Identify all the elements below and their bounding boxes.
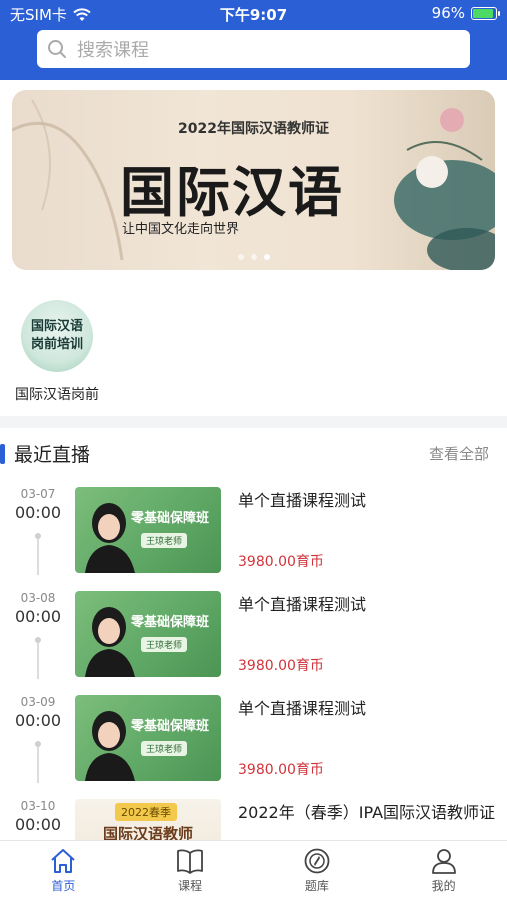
thumbnail-badge: 王琼老师 — [141, 637, 188, 652]
course-thumbnail[interactable]: 2022春季 国际汉语教师 — [75, 799, 221, 840]
course-thumbnail[interactable]: 零基础保障班 王琼老师 — [75, 591, 221, 677]
thumbnail-badge: 王琼老师 — [141, 533, 188, 548]
banner-title: 国际汉语 — [120, 160, 344, 224]
app-screen: 无SIM卡 下午9:07 96% 搜索课程 2022年国际汉语教师证 国际汉语 … — [0, 0, 507, 900]
section-header: 最近直播 查看全部 — [0, 440, 507, 468]
bottom-tab-bar: 首页 课程 题库 我的 — [0, 840, 507, 900]
battery-percent: 96% — [431, 4, 465, 22]
live-title: 单个直播课程测试 — [238, 491, 367, 510]
live-time: 00:00 — [14, 607, 62, 626]
thumbnail-tag: 零基础保障班 — [131, 511, 210, 526]
carousel-dot-active[interactable] — [263, 254, 270, 260]
search-placeholder: 搜索课程 — [77, 40, 149, 61]
live-item[interactable]: 03-10 00:00 2022春季 国际汉语教师 2022年（春季）IPA国际… — [0, 799, 507, 840]
thumbnail-course-name: 国际汉语教师 — [103, 825, 194, 840]
view-all-link[interactable]: 查看全部 — [429, 443, 489, 464]
live-time: 00:00 — [14, 815, 62, 834]
category-label: 国际汉语岗前 — [15, 387, 99, 403]
category-icon: 国际汉语岗前培训 — [21, 300, 93, 372]
live-time: 00:00 — [14, 711, 62, 730]
thumbnail-year-tag: 2022春季 — [115, 803, 177, 821]
user-icon — [431, 849, 456, 874]
live-time: 00:00 — [14, 503, 62, 522]
live-title: 单个直播课程测试 — [238, 699, 367, 718]
live-date: 03-09 — [20, 695, 56, 709]
promo-banner[interactable]: 2022年国际汉语教师证 国际汉语 让中国文化走向世界 — [12, 90, 495, 270]
thumbnail-badge: 王琼老师 — [141, 741, 188, 756]
live-item[interactable]: 03-08 00:00 零基础保障班 王琼老师 单个直播课程测试 3980.00… — [0, 591, 507, 691]
category-item[interactable]: 国际汉语岗前培训 国际汉语岗前 — [10, 300, 104, 404]
section-accent-bar — [0, 444, 5, 464]
tab-profile[interactable]: 我的 — [380, 841, 507, 900]
status-right: 96% — [431, 4, 500, 22]
carousel-dot[interactable] — [250, 254, 257, 260]
tab-home[interactable]: 首页 — [0, 841, 127, 900]
tab-home-label: 首页 — [51, 879, 76, 893]
teacher-portrait — [85, 503, 135, 573]
live-price: 3980.00育币 — [238, 762, 324, 778]
section-divider — [0, 416, 507, 428]
course-thumbnail[interactable]: 零基础保障班 王琼老师 — [75, 695, 221, 781]
tab-question-bank[interactable]: 题库 — [254, 841, 381, 900]
thumbnail-tag: 零基础保障班 — [131, 719, 210, 734]
home-icon — [51, 849, 76, 873]
header: 无SIM卡 下午9:07 96% 搜索课程 — [0, 0, 507, 80]
section-title: 最近直播 — [14, 444, 91, 466]
live-title: 单个直播课程测试 — [238, 595, 367, 614]
carousel-dots[interactable] — [12, 254, 495, 260]
search-input[interactable]: 搜索课程 — [37, 30, 470, 68]
live-item[interactable]: 03-09 00:00 零基础保障班 王琼老师 单个直播课程测试 3980.00… — [0, 695, 507, 795]
compass-icon — [304, 848, 330, 874]
course-thumbnail[interactable]: 零基础保障班 王琼老师 — [75, 487, 221, 573]
book-icon — [177, 849, 204, 874]
banner-slogan: 让中国文化走向世界 — [122, 222, 240, 237]
timeline-line — [37, 747, 39, 783]
battery-fill — [473, 8, 494, 18]
teacher-portrait — [85, 607, 135, 677]
status-bar: 无SIM卡 下午9:07 96% — [0, 0, 507, 26]
tab-courses-label: 课程 — [178, 879, 203, 893]
search-icon — [48, 40, 66, 58]
live-title: 2022年（春季）IPA国际汉语教师证 — [238, 803, 496, 822]
live-price: 3980.00育币 — [238, 554, 324, 570]
live-date: 03-07 — [20, 487, 56, 501]
teacher-portrait — [85, 711, 135, 781]
timeline-line — [37, 539, 39, 575]
banner-subtitle: 2022年国际汉语教师证 — [178, 121, 329, 137]
live-date: 03-08 — [20, 591, 56, 605]
live-date: 03-10 — [20, 799, 56, 813]
carousel-dot[interactable] — [237, 254, 244, 260]
thumbnail-tag: 零基础保障班 — [131, 615, 210, 630]
timeline-line — [37, 643, 39, 679]
live-price: 3980.00育币 — [238, 658, 324, 674]
tab-profile-label: 我的 — [431, 879, 456, 893]
tab-courses[interactable]: 课程 — [127, 841, 254, 900]
live-item[interactable]: 03-07 00:00 零基础保障班 王琼老师 单个直播课程测试 3980.00… — [0, 487, 507, 587]
tab-question-bank-label: 题库 — [304, 879, 329, 893]
battery-icon — [471, 6, 500, 20]
